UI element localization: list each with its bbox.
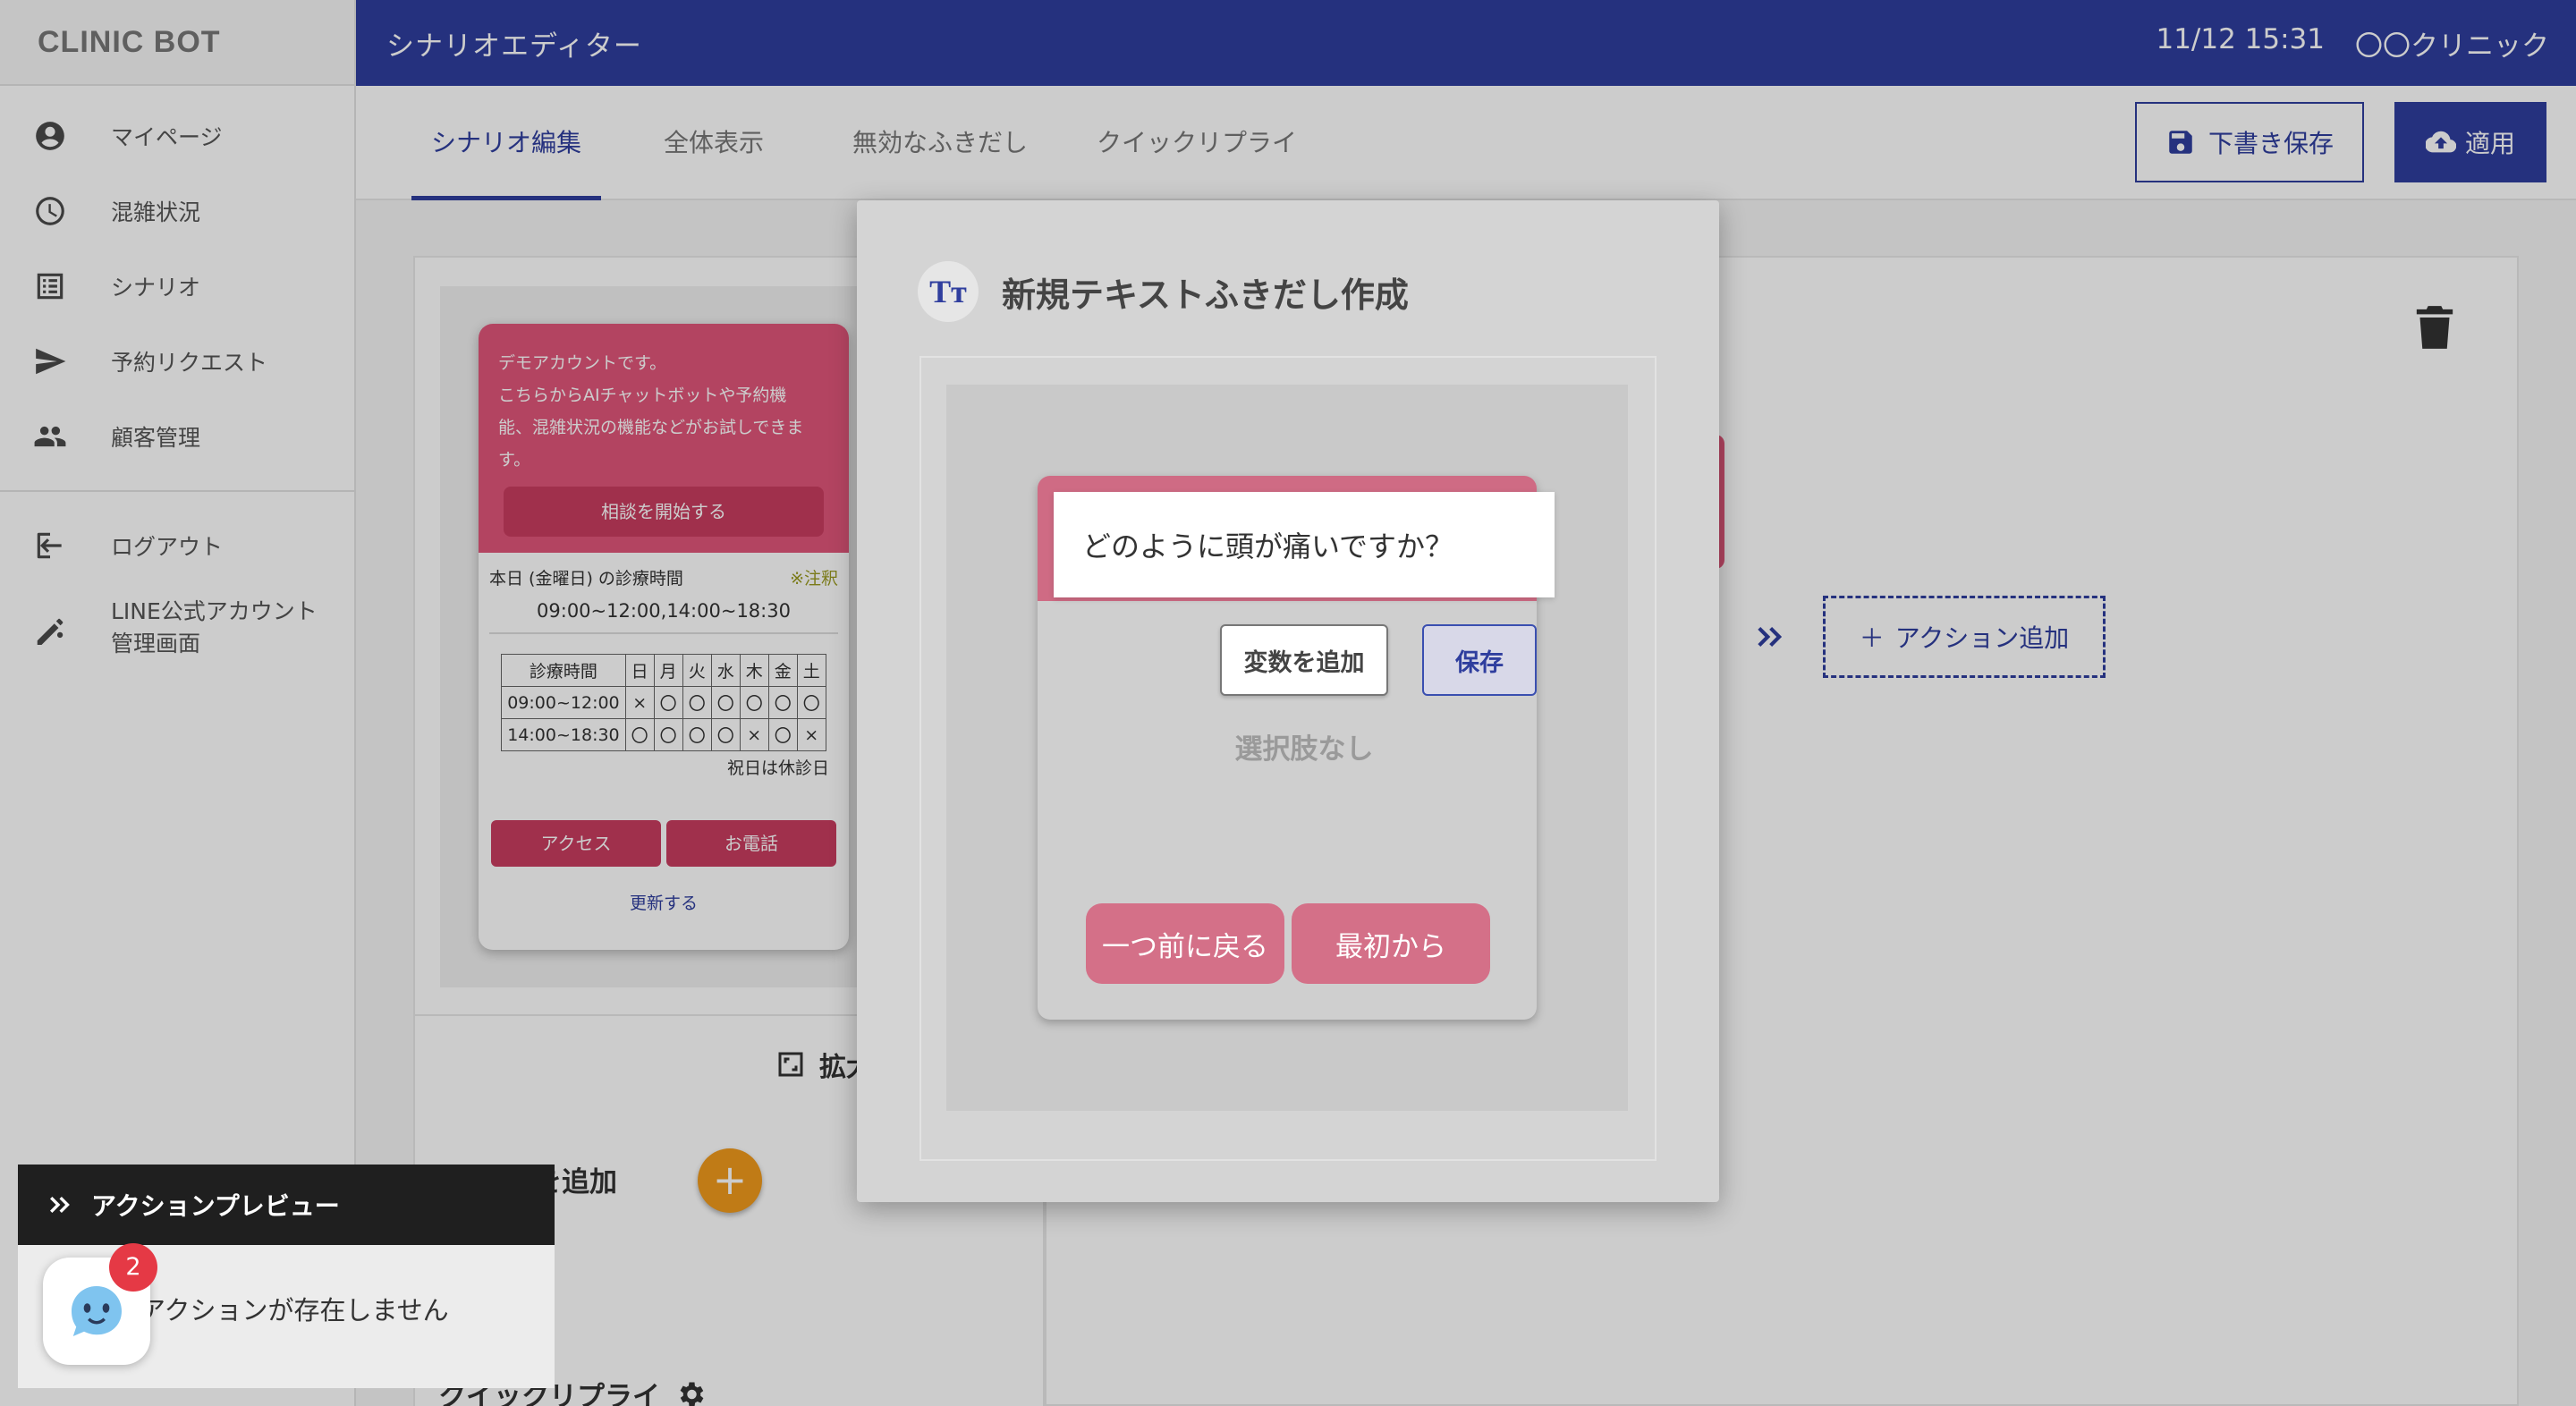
action-preview-header[interactable]: アクションプレビュー: [18, 1165, 555, 1245]
create-text-bubble-dialog: Tт 新規テキストふきだし作成 変数を追加 保存 選択肢なし 一つ前に戻る 最初…: [857, 200, 1719, 1202]
dialog-title: Tт 新規テキストふきだし作成: [918, 261, 1409, 322]
no-actions-message: アクションが存在しません: [140, 1295, 449, 1326]
save-button[interactable]: 保存: [1422, 624, 1537, 696]
dialog-title-text: 新規テキストふきだし作成: [1002, 275, 1409, 315]
notification-badge: 2: [109, 1243, 157, 1292]
from-start-button[interactable]: 最初から: [1292, 903, 1490, 984]
back-one-button[interactable]: 一つ前に戻る: [1086, 903, 1284, 984]
add-variable-button[interactable]: 変数を追加: [1220, 624, 1388, 696]
no-choices-label: 選択肢なし: [1234, 733, 1374, 766]
text-format-icon: Tт: [918, 261, 979, 322]
double-chevron-right-icon: [50, 1197, 70, 1213]
bubble-text-input[interactable]: [1054, 492, 1555, 597]
action-preview-title: アクションプレビュー: [91, 1191, 340, 1221]
